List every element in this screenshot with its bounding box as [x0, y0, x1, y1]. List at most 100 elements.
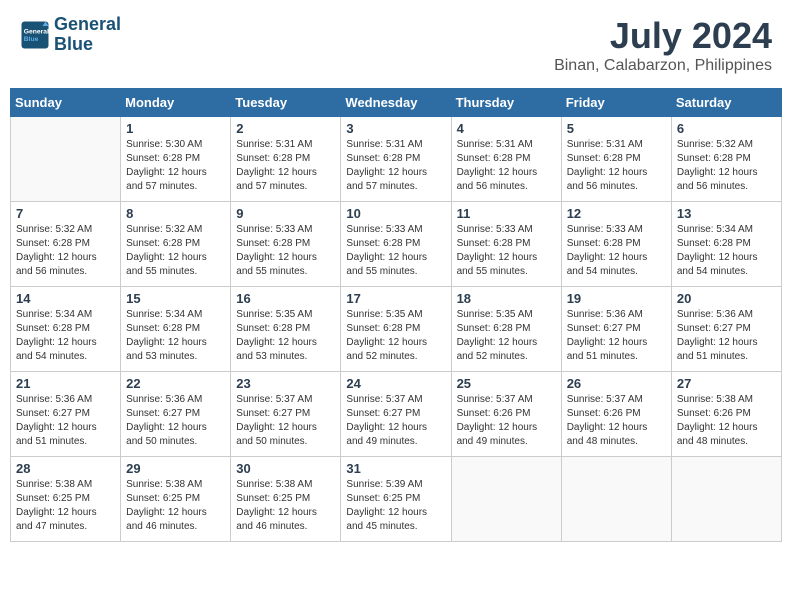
day-info: Sunrise: 5:34 AM Sunset: 6:28 PM Dayligh… [677, 223, 776, 279]
day-number: 25 [457, 376, 556, 391]
day-number: 28 [16, 461, 115, 476]
calendar-cell: 3 Sunrise: 5:31 AM Sunset: 6:28 PM Daylig… [341, 117, 451, 202]
calendar-cell: 21Sunrise: 5:36 AM Sunset: 6:27 PM Dayli… [11, 372, 121, 457]
day-info: Sunrise: 5:38 AM Sunset: 6:25 PM Dayligh… [236, 478, 335, 534]
day-info: Sunrise: 5:38 AM Sunset: 6:25 PM Dayligh… [16, 478, 115, 534]
calendar-week-3: 14Sunrise: 5:34 AM Sunset: 6:28 PM Dayli… [11, 287, 782, 372]
day-info: Sunrise: 5:32 AM Sunset: 6:28 PM Dayligh… [677, 138, 776, 194]
day-info: Sunrise: 5:31 AM Sunset: 6:28 PM Dayligh… [236, 138, 335, 194]
day-number: 15 [126, 291, 225, 306]
day-number: 17 [346, 291, 445, 306]
logo-line1: General [54, 14, 121, 34]
calendar-cell: 25 Sunrise: 5:37 AM Sunset: 6:26 PM Dayli… [451, 372, 561, 457]
day-info: Sunrise: 5:35 AM Sunset: 6:28 PM Dayligh… [346, 308, 445, 364]
day-number: 9 [236, 206, 335, 221]
day-number: 18 [457, 291, 556, 306]
calendar-cell: 8 Sunrise: 5:32 AM Sunset: 6:28 PM Daylig… [121, 202, 231, 287]
day-info: Sunrise: 5:35 AM Sunset: 6:28 PM Dayligh… [236, 308, 335, 364]
day-number: 24 [346, 376, 445, 391]
day-number: 2 [236, 121, 335, 136]
calendar-table: SundayMondayTuesdayWednesdayThursdayFrid… [10, 88, 782, 542]
calendar-header-wednesday: Wednesday [341, 89, 451, 117]
day-number: 27 [677, 376, 776, 391]
calendar-cell: 5 Sunrise: 5:31 AM Sunset: 6:28 PM Daylig… [561, 117, 671, 202]
day-info: Sunrise: 5:37 AM Sunset: 6:27 PM Dayligh… [236, 393, 335, 449]
calendar-cell: 9 Sunrise: 5:33 AM Sunset: 6:28 PM Daylig… [231, 202, 341, 287]
calendar-cell: 24Sunrise: 5:37 AM Sunset: 6:27 PM Dayli… [341, 372, 451, 457]
day-info: Sunrise: 5:32 AM Sunset: 6:28 PM Dayligh… [16, 223, 115, 279]
day-info: Sunrise: 5:30 AM Sunset: 6:28 PM Dayligh… [126, 138, 225, 194]
calendar-cell: 27 Sunrise: 5:38 AM Sunset: 6:26 PM Dayli… [671, 372, 781, 457]
day-info: Sunrise: 5:36 AM Sunset: 6:27 PM Dayligh… [677, 308, 776, 364]
main-title: July 2024 [554, 15, 772, 57]
calendar-cell: 30 Sunrise: 5:38 AM Sunset: 6:25 PM Dayli… [231, 457, 341, 542]
day-number: 21 [16, 376, 115, 391]
calendar-cell: 4 Sunrise: 5:31 AM Sunset: 6:28 PM Daylig… [451, 117, 561, 202]
calendar-cell: 12Sunrise: 5:33 AM Sunset: 6:28 PM Dayli… [561, 202, 671, 287]
calendar-cell: 26Sunrise: 5:37 AM Sunset: 6:26 PM Dayli… [561, 372, 671, 457]
calendar-cell [561, 457, 671, 542]
page-header: General Blue General Blue July 2024 Bina… [10, 10, 782, 80]
calendar-cell: 20Sunrise: 5:36 AM Sunset: 6:27 PM Dayli… [671, 287, 781, 372]
day-info: Sunrise: 5:38 AM Sunset: 6:26 PM Dayligh… [677, 393, 776, 449]
calendar-week-4: 21Sunrise: 5:36 AM Sunset: 6:27 PM Dayli… [11, 372, 782, 457]
logo: General Blue General Blue [20, 15, 121, 55]
calendar-header-friday: Friday [561, 89, 671, 117]
title-section: July 2024 Binan, Calabarzon, Philippines [554, 15, 772, 75]
day-info: Sunrise: 5:39 AM Sunset: 6:25 PM Dayligh… [346, 478, 445, 534]
day-number: 22 [126, 376, 225, 391]
calendar-cell: 16 Sunrise: 5:35 AM Sunset: 6:28 PM Dayli… [231, 287, 341, 372]
day-number: 1 [126, 121, 225, 136]
subtitle: Binan, Calabarzon, Philippines [554, 57, 772, 75]
day-info: Sunrise: 5:32 AM Sunset: 6:28 PM Dayligh… [126, 223, 225, 279]
day-info: Sunrise: 5:34 AM Sunset: 6:28 PM Dayligh… [126, 308, 225, 364]
calendar-header-monday: Monday [121, 89, 231, 117]
day-info: Sunrise: 5:35 AM Sunset: 6:28 PM Dayligh… [457, 308, 556, 364]
day-info: Sunrise: 5:33 AM Sunset: 6:28 PM Dayligh… [457, 223, 556, 279]
calendar-cell: 15 Sunrise: 5:34 AM Sunset: 6:28 PM Dayli… [121, 287, 231, 372]
day-info: Sunrise: 5:31 AM Sunset: 6:28 PM Dayligh… [346, 138, 445, 194]
calendar-cell: 10Sunrise: 5:33 AM Sunset: 6:28 PM Dayli… [341, 202, 451, 287]
calendar-cell [671, 457, 781, 542]
calendar-cell [11, 117, 121, 202]
day-number: 4 [457, 121, 556, 136]
calendar-header-saturday: Saturday [671, 89, 781, 117]
calendar-cell: 6 Sunrise: 5:32 AM Sunset: 6:28 PM Daylig… [671, 117, 781, 202]
day-number: 31 [346, 461, 445, 476]
logo-line2: Blue [54, 34, 93, 54]
day-info: Sunrise: 5:33 AM Sunset: 6:28 PM Dayligh… [567, 223, 666, 279]
calendar-cell: 23Sunrise: 5:37 AM Sunset: 6:27 PM Dayli… [231, 372, 341, 457]
svg-text:General: General [24, 28, 49, 35]
day-number: 13 [677, 206, 776, 221]
day-number: 16 [236, 291, 335, 306]
calendar-cell: 1 Sunrise: 5:30 AM Sunset: 6:28 PM Daylig… [121, 117, 231, 202]
calendar-week-2: 7 Sunrise: 5:32 AM Sunset: 6:28 PM Daylig… [11, 202, 782, 287]
logo-icon: General Blue [20, 20, 50, 50]
calendar-cell: 31 Sunrise: 5:39 AM Sunset: 6:25 PM Dayli… [341, 457, 451, 542]
day-info: Sunrise: 5:38 AM Sunset: 6:25 PM Dayligh… [126, 478, 225, 534]
day-number: 29 [126, 461, 225, 476]
day-info: Sunrise: 5:33 AM Sunset: 6:28 PM Dayligh… [236, 223, 335, 279]
day-info: Sunrise: 5:34 AM Sunset: 6:28 PM Dayligh… [16, 308, 115, 364]
day-number: 5 [567, 121, 666, 136]
day-number: 26 [567, 376, 666, 391]
svg-text:Blue: Blue [24, 36, 39, 43]
calendar-cell: 29 Sunrise: 5:38 AM Sunset: 6:25 PM Dayli… [121, 457, 231, 542]
calendar-cell [451, 457, 561, 542]
calendar-cell: 2 Sunrise: 5:31 AM Sunset: 6:28 PM Daylig… [231, 117, 341, 202]
day-info: Sunrise: 5:37 AM Sunset: 6:26 PM Dayligh… [457, 393, 556, 449]
calendar-header-sunday: Sunday [11, 89, 121, 117]
day-number: 3 [346, 121, 445, 136]
day-number: 8 [126, 206, 225, 221]
day-number: 10 [346, 206, 445, 221]
day-info: Sunrise: 5:31 AM Sunset: 6:28 PM Dayligh… [457, 138, 556, 194]
day-number: 30 [236, 461, 335, 476]
day-number: 6 [677, 121, 776, 136]
logo-text: General Blue [54, 15, 121, 55]
calendar-header-tuesday: Tuesday [231, 89, 341, 117]
day-info: Sunrise: 5:31 AM Sunset: 6:28 PM Dayligh… [567, 138, 666, 194]
calendar-cell: 7 Sunrise: 5:32 AM Sunset: 6:28 PM Daylig… [11, 202, 121, 287]
day-number: 11 [457, 206, 556, 221]
calendar-header-row: SundayMondayTuesdayWednesdayThursdayFrid… [11, 89, 782, 117]
day-number: 7 [16, 206, 115, 221]
